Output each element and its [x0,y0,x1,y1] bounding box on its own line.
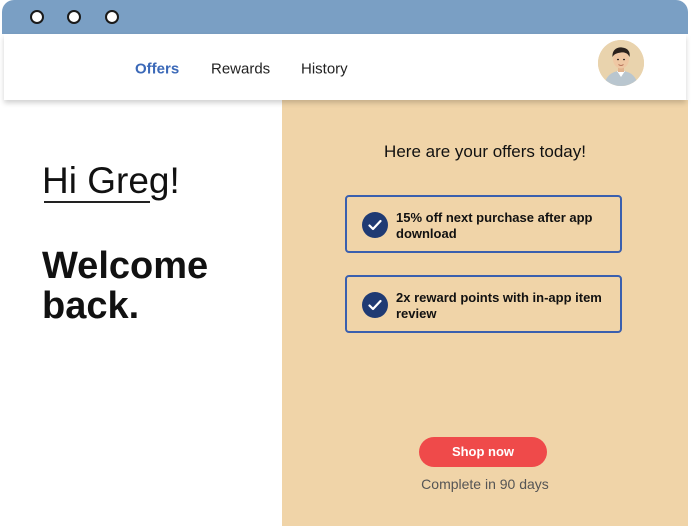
avatar-icon [598,40,644,86]
tab-history[interactable]: History [301,61,348,78]
greeting-heading: Hi Greg! [42,160,180,201]
tab-rewards[interactable]: Rewards [211,61,270,78]
tab-offers[interactable]: Offers [135,61,179,78]
offers-panel: Here are your offers today! 15% off next… [282,100,688,526]
checkmark-icon [362,292,388,318]
welcome-text: Welcome back. [42,245,209,327]
offers-heading: Here are your offers today! [384,142,586,161]
window-control-dot[interactable] [105,10,119,24]
top-nav: Offers Rewards History [4,34,686,100]
offer-text: 15% off next purchase after app download [396,210,593,241]
shop-now-button[interactable]: Shop now [419,437,547,467]
app-window: Offers Rewards History Hi Greg! Welcome … [2,0,688,526]
offer-text: 2x reward points with in-app item review [396,290,602,321]
completion-note: Complete in 90 days [421,476,549,492]
greeting-pane: Hi Greg! Welcome back. [2,100,282,526]
offer-card[interactable]: 2x reward points with in-app item review [345,275,622,333]
greeting-underline [44,201,150,203]
checkmark-icon [362,212,388,238]
window-control-dot[interactable] [30,10,44,24]
user-avatar[interactable] [598,40,644,86]
offer-card[interactable]: 15% off next purchase after app download [345,195,622,253]
title-bar [2,0,688,34]
window-control-dot[interactable] [67,10,81,24]
